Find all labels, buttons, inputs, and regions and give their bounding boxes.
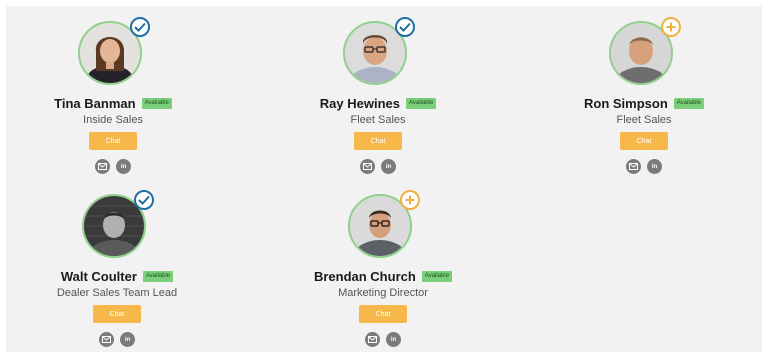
linkedin-icon[interactable]: in xyxy=(386,332,401,347)
team-member-card: Brendan Church Available Marketing Direc… xyxy=(273,179,493,349)
status-badge: Available xyxy=(421,271,453,282)
member-title: Dealer Sales Team Lead xyxy=(56,287,178,299)
chat-button[interactable]: Chat xyxy=(359,305,407,323)
member-title: Inside Sales xyxy=(83,114,143,126)
member-name: Tina Banman xyxy=(54,96,136,111)
avatar-wrap xyxy=(609,17,681,85)
member-name: Ron Simpson xyxy=(583,96,668,111)
email-icon[interactable] xyxy=(626,159,641,174)
member-name: Ray Hewines xyxy=(319,96,400,111)
team-member-card: Ray Hewines Available Fleet Sales Chat i… xyxy=(268,6,488,176)
email-icon[interactable] xyxy=(95,159,110,174)
member-title: Fleet Sales xyxy=(350,114,406,126)
check-icon xyxy=(395,17,415,37)
member-name: Brendan Church xyxy=(313,269,416,284)
linkedin-icon[interactable]: in xyxy=(381,159,396,174)
email-icon[interactable] xyxy=(365,332,380,347)
linkedin-glyph: in xyxy=(385,163,392,170)
avatar-wrap xyxy=(348,190,420,258)
email-icon[interactable] xyxy=(99,332,114,347)
check-icon xyxy=(134,190,154,210)
chat-button[interactable]: Chat xyxy=(354,132,402,150)
linkedin-icon[interactable]: in xyxy=(116,159,131,174)
chat-button[interactable]: Chat xyxy=(93,305,141,323)
check-icon xyxy=(130,17,150,37)
team-member-card: Tina Banman Available Inside Sales Chat … xyxy=(3,6,223,176)
team-member-card: Ron Simpson Available Fleet Sales Chat i… xyxy=(534,6,754,176)
linkedin-glyph: in xyxy=(124,336,131,343)
email-icon[interactable] xyxy=(360,159,375,174)
chat-button[interactable]: Chat xyxy=(620,132,668,150)
status-badge: Available xyxy=(142,271,174,282)
member-title: Fleet Sales xyxy=(616,114,672,126)
status-badge: Available xyxy=(405,98,437,109)
plus-icon xyxy=(661,17,681,37)
linkedin-icon[interactable]: in xyxy=(120,332,135,347)
avatar-wrap xyxy=(78,17,150,85)
member-name: Walt Coulter xyxy=(60,269,137,284)
avatar-wrap xyxy=(82,190,154,258)
avatar-wrap xyxy=(343,17,415,85)
plus-icon xyxy=(400,190,420,210)
status-badge: Available xyxy=(673,98,705,109)
linkedin-glyph: in xyxy=(651,163,658,170)
linkedin-glyph: in xyxy=(390,336,397,343)
linkedin-icon[interactable]: in xyxy=(647,159,662,174)
team-panel: Tina Banman Available Inside Sales Chat … xyxy=(6,6,762,352)
chat-button[interactable]: Chat xyxy=(89,132,137,150)
status-badge: Available xyxy=(141,98,172,109)
member-title: Marketing Director xyxy=(338,287,428,299)
linkedin-glyph: in xyxy=(120,163,127,170)
team-member-card: Walt Coulter Available Dealer Sales Team… xyxy=(7,179,227,349)
